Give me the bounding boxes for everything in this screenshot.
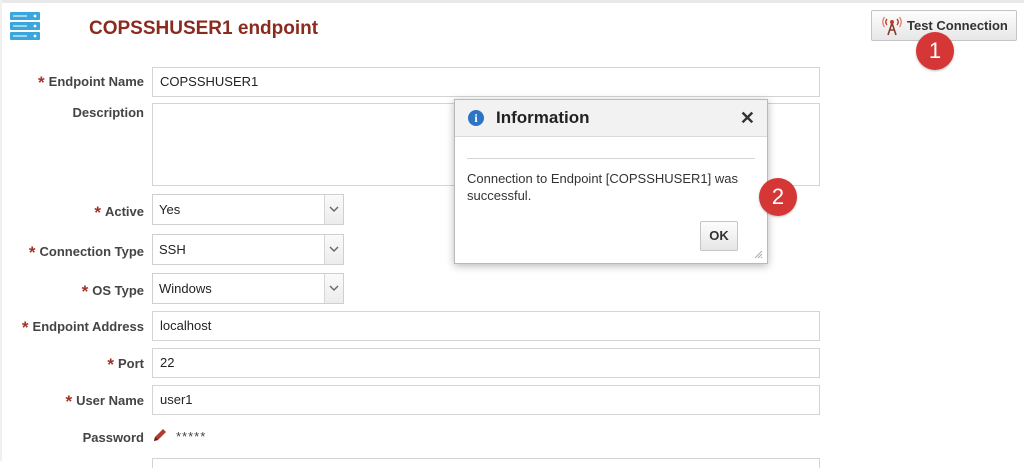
required-marker: * [107,355,114,374]
window-left-border [0,0,2,461]
connection-type-label: * Connection Type [28,243,144,262]
endpoint-name-input[interactable]: COPSSHUSER1 [152,67,820,97]
endpoint-address-input[interactable]: localhost [152,311,820,341]
chevron-down-icon[interactable] [324,274,343,303]
ok-button[interactable]: OK [700,221,738,251]
active-label: * Active [94,203,144,222]
connection-type-value: SSH [159,242,186,257]
os-type-select[interactable]: Windows [152,273,344,304]
dialog-message: Connection to Endpoint [COPSSHUSER1] was… [467,171,738,203]
next-field-partial[interactable] [152,458,820,468]
active-value: Yes [159,202,181,217]
os-type-label: * OS Type [81,282,144,301]
password-value: ***** [176,429,207,444]
required-marker: * [28,243,36,262]
required-marker: * [81,282,89,301]
pencil-icon[interactable] [152,427,168,443]
information-dialog: i Information ✕ Connection to Endpoint [… [454,99,768,264]
test-connection-label: Test Connection [907,18,1008,33]
required-marker: * [38,73,45,92]
required-marker: * [65,392,73,411]
chevron-down-icon[interactable] [324,195,343,224]
window-top-border [0,0,1024,3]
info-icon: i [468,110,484,126]
server-stack-icon [10,12,40,40]
port-input[interactable]: 22 [152,348,820,378]
antenna-icon [882,16,902,35]
endpoint-address-label: * Endpoint Address [21,318,144,337]
description-label: Description [72,105,144,120]
chevron-down-icon[interactable] [324,235,343,264]
os-type-value: Windows [159,281,212,296]
user-name-label: * User Name [65,392,144,411]
user-name-input[interactable]: user1 [152,385,820,415]
password-label: Password [82,430,144,445]
active-select[interactable]: Yes [152,194,344,225]
dialog-divider [467,158,755,159]
resize-grip-icon[interactable] [753,249,763,259]
dialog-title: Information [496,108,590,127]
endpoint-name-label: * Endpoint Name [38,73,144,92]
dialog-header: i Information ✕ [455,100,767,137]
connection-type-select[interactable]: SSH [152,234,344,265]
required-marker: * [21,318,29,337]
callout-badge-1: 1 [916,32,954,70]
page-title: COPSSHUSER1 endpoint [89,18,319,39]
callout-badge-2: 2 [759,178,797,216]
close-icon[interactable]: ✕ [740,108,755,129]
port-label: * Port [107,355,144,374]
required-marker: * [94,203,101,222]
